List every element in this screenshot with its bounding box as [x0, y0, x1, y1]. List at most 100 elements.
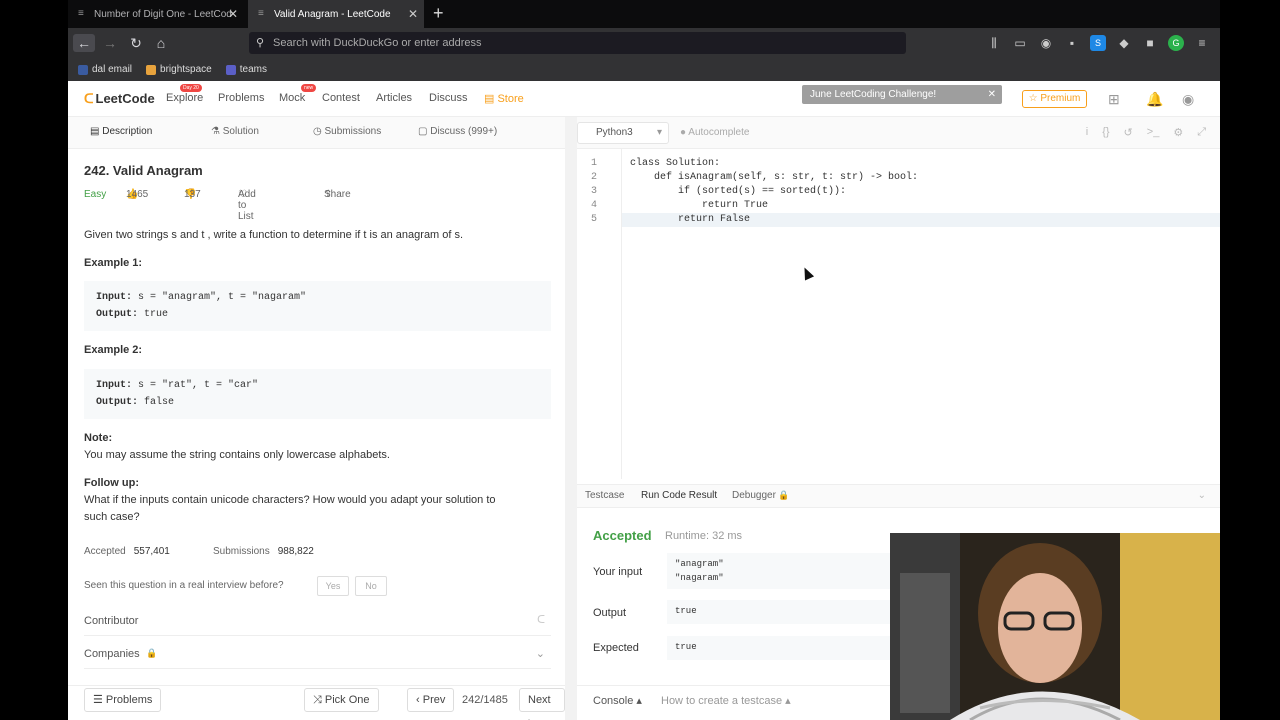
collapse-icon[interactable]: ⌄: [1198, 490, 1206, 501]
companies-label: Companies: [84, 648, 140, 660]
extension-teams-icon[interactable]: ◆: [1116, 35, 1132, 51]
settings-icon[interactable]: ⚙: [1173, 126, 1183, 139]
leetcode-logo[interactable]: ᑕ LeetCode: [84, 91, 155, 107]
close-icon[interactable]: ✕: [988, 85, 996, 104]
extension-gray-icon[interactable]: ■: [1142, 35, 1158, 51]
contributor-row[interactable]: Contributor ᑕ: [84, 606, 551, 636]
extension-s-icon[interactable]: S: [1090, 35, 1106, 51]
prev-button[interactable]: ‹ Prev: [407, 688, 455, 712]
followup-title: Follow up:: [84, 477, 139, 489]
console-button[interactable]: Console ▴: [593, 694, 642, 707]
language-select[interactable]: Python3 ▾: [577, 122, 669, 144]
tab-submissions[interactable]: ◷ Submissions: [313, 126, 381, 137]
no-button[interactable]: No: [355, 576, 387, 596]
tab-discuss[interactable]: ▢ Discuss (999+): [418, 126, 497, 137]
accepted-stat: Accepted 557,401: [84, 546, 170, 557]
testcase-help-link[interactable]: How to create a testcase ▴: [661, 694, 791, 707]
problems-button[interactable]: ☰ Problems: [84, 688, 162, 712]
info-icon[interactable]: i: [1086, 126, 1088, 139]
nav-articles[interactable]: Articles: [376, 92, 412, 104]
forward-arrow-icon[interactable]: →: [99, 34, 121, 52]
bookmark-teams[interactable]: teams: [225, 64, 267, 75]
expected-box: true: [667, 636, 897, 660]
output-label: Output: [593, 607, 627, 619]
browser-window: ≡ Number of Digit One - LeetCod ✕ ≡ Vali…: [68, 0, 1220, 720]
browser-tab-title: Valid Anagram - LeetCode: [274, 8, 391, 20]
nav-contest[interactable]: Contest: [322, 92, 360, 104]
grammarly-icon[interactable]: G: [1168, 35, 1184, 51]
browser-tab-title: Number of Digit One - LeetCod: [94, 8, 232, 20]
bookmark-brightspace[interactable]: brightspace: [146, 64, 212, 75]
code-editor[interactable]: 1 2 3 4 5 class Solution: def isAnagram(…: [577, 149, 1220, 479]
followup-text-2: such case?: [84, 511, 140, 523]
autocomplete-toggle[interactable]: ● Autocomplete: [680, 127, 749, 138]
example2-block: Input: s = "rat", t = "car" Output: fals…: [84, 369, 551, 419]
address-placeholder: Search with DuckDuckGo or enter address: [273, 37, 482, 49]
store-icon: ▤: [484, 93, 498, 105]
account-icon[interactable]: ◉: [1038, 35, 1054, 51]
nav-store[interactable]: ▤ Store: [484, 92, 524, 105]
nav-discuss[interactable]: Discuss: [429, 92, 468, 104]
menu-icon[interactable]: ≡: [1194, 35, 1210, 51]
browser-tab-bar: ≡ Number of Digit One - LeetCod ✕ ≡ Vali…: [68, 0, 1220, 28]
nav-explore[interactable]: Day 20 Explore: [166, 84, 203, 104]
browser-tab-inactive[interactable]: ≡ Number of Digit One - LeetCod ✕: [68, 0, 244, 28]
logo-text: LeetCode: [95, 91, 155, 106]
tab-testcase[interactable]: Testcase: [585, 490, 624, 501]
bell-icon[interactable]: 🔔: [1146, 91, 1163, 108]
yes-button[interactable]: Yes: [317, 576, 349, 596]
extension-icon[interactable]: ▪: [1064, 35, 1080, 51]
bookmarks-bar: dal email brightspace teams: [68, 58, 1220, 81]
nav-problems[interactable]: Problems: [218, 92, 264, 104]
companies-row[interactable]: Companies 🔒 ⌄: [84, 639, 551, 669]
challenge-banner[interactable]: June LeetCoding Challenge! ✕: [802, 85, 1002, 104]
console-label: Console: [593, 695, 634, 707]
close-tab-icon[interactable]: ✕: [228, 7, 238, 21]
playground-icon[interactable]: ⊞: [1108, 91, 1120, 108]
home-icon[interactable]: ⌂: [150, 34, 172, 52]
example2-input: s = "rat", t = "car": [138, 380, 259, 391]
expected-label: Expected: [593, 642, 639, 654]
example1-block: Input: s = "anagram", t = "nagaram" Outp…: [84, 281, 551, 331]
braces-icon[interactable]: {}: [1102, 126, 1109, 139]
nav-label: Articles: [376, 92, 413, 104]
followup-text-1: What if the inputs contain unicode chara…: [84, 494, 496, 506]
runtime-text: Runtime: 32 ms: [665, 530, 743, 542]
browser-nav-bar: ← → ↻ ⌂ ⚲ Search with DuckDuckGo or ente…: [68, 28, 1220, 58]
tab-debugger[interactable]: Debugger 🔒: [732, 490, 790, 501]
bookmark-dal-email[interactable]: dal email: [78, 64, 132, 75]
line-number: 3: [591, 186, 598, 197]
nav-mock[interactable]: new Mock: [279, 84, 317, 104]
tab-run-code-result[interactable]: Run Code Result: [641, 490, 717, 501]
caret-icon: ▴: [633, 695, 642, 707]
premium-button[interactable]: ☆ Premium: [1022, 90, 1087, 108]
terminal-icon[interactable]: >_: [1147, 126, 1160, 139]
tab-solution[interactable]: ⚗ Solution: [211, 126, 259, 137]
reload-icon[interactable]: ↻: [125, 34, 147, 52]
avatar-icon[interactable]: ◉: [1182, 91, 1194, 108]
tab-description[interactable]: ▤ Description: [90, 126, 152, 137]
address-bar[interactable]: ⚲ Search with DuckDuckGo or enter addres…: [249, 32, 906, 54]
note-title: Note:: [84, 432, 113, 444]
pick-one-button[interactable]: ⤨ Pick One: [304, 688, 379, 712]
lock-icon: 🔒: [775, 490, 790, 500]
browser-tab-active[interactable]: ≡ Valid Anagram - LeetCode ✕: [248, 0, 424, 28]
fullscreen-icon[interactable]: ⤢: [1197, 126, 1206, 139]
close-tab-icon[interactable]: ✕: [408, 7, 418, 21]
autocomplete-label: Autocomplete: [688, 127, 750, 138]
reset-icon[interactable]: ↺: [1124, 126, 1133, 139]
next-button[interactable]: Next ›: [519, 688, 565, 720]
stat-value: 988,822: [277, 546, 314, 557]
new-tab-icon[interactable]: +: [433, 3, 444, 24]
language-value: Python3: [596, 127, 633, 138]
problem-footer: ☰ Problems ⤨ Pick One ‹ Prev 242/1485 Ne…: [68, 685, 565, 720]
problem-title: 242. Valid Anagram: [84, 163, 203, 178]
library-icon[interactable]: ⫼: [986, 35, 1002, 51]
sidebar-icon[interactable]: ▭: [1012, 35, 1028, 51]
example2-output: false: [144, 397, 175, 408]
nav-label: Mock: [279, 92, 306, 104]
line-number: 4: [591, 200, 598, 211]
back-arrow-icon[interactable]: ←: [73, 34, 95, 52]
panel-splitter[interactable]: [565, 117, 577, 720]
tab-label: Submissions: [324, 126, 382, 137]
